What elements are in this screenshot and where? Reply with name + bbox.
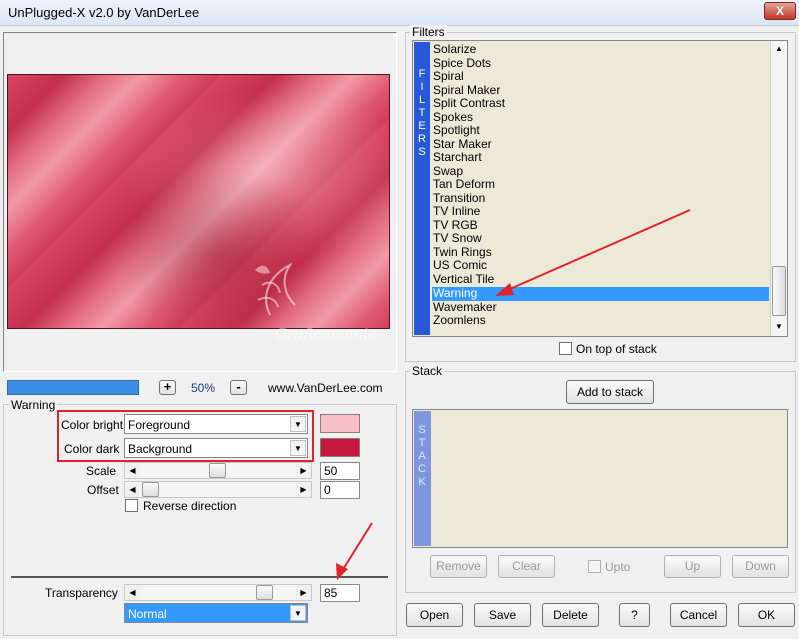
blend-mode-value: Normal bbox=[128, 607, 167, 621]
left-arrow-icon[interactable]: ◀ bbox=[125, 482, 140, 497]
list-item[interactable]: Twin Rings bbox=[433, 245, 492, 260]
scrollbar-thumb[interactable] bbox=[772, 266, 786, 316]
color-dark-value: Background bbox=[128, 442, 193, 456]
open-button[interactable]: Open bbox=[406, 603, 463, 627]
list-item[interactable]: Transition bbox=[433, 191, 485, 206]
list-item[interactable]: Zoomlens bbox=[433, 314, 486, 328]
color-dark-label: Color dark bbox=[64, 442, 120, 456]
blend-mode-select[interactable]: Normal ▼ bbox=[124, 603, 308, 623]
watermark-flourish-icon bbox=[255, 262, 296, 316]
list-item[interactable]: Vertical Tile bbox=[433, 272, 494, 287]
separator bbox=[11, 576, 388, 578]
list-item[interactable]: Swap bbox=[433, 164, 463, 179]
chevron-down-icon[interactable]: ▼ bbox=[290, 440, 306, 456]
watermark-text: Graficamania bbox=[275, 325, 378, 343]
right-arrow-icon[interactable]: ▶ bbox=[296, 585, 311, 600]
filters-group-title: Filters bbox=[410, 25, 447, 39]
color-dark-swatch[interactable] bbox=[320, 438, 360, 457]
on-top-checkbox[interactable] bbox=[559, 342, 572, 355]
window-title: UnPlugged-X v2.0 by VanDerLee bbox=[8, 5, 200, 20]
right-arrow-icon[interactable]: ▶ bbox=[296, 463, 311, 478]
up-button[interactable]: Up bbox=[664, 555, 721, 578]
color-dark-select[interactable]: Background ▼ bbox=[124, 438, 308, 458]
help-button[interactable]: ? bbox=[619, 603, 650, 627]
zoom-value: 50% bbox=[191, 381, 216, 395]
on-top-label: On top of stack bbox=[576, 342, 657, 356]
color-bright-swatch[interactable] bbox=[320, 414, 360, 433]
color-bright-select[interactable]: Foreground ▼ bbox=[124, 414, 308, 434]
transparency-slider[interactable]: ◀ ▶ bbox=[124, 584, 312, 601]
list-item[interactable]: Spiral bbox=[433, 70, 464, 84]
zoom-in-button[interactable]: + bbox=[159, 380, 176, 395]
offset-label: Offset bbox=[87, 483, 119, 497]
list-item[interactable]: Spiral Maker bbox=[433, 83, 500, 98]
list-item[interactable]: Solarize bbox=[433, 43, 476, 57]
ok-button[interactable]: OK bbox=[738, 603, 795, 627]
transparency-input[interactable]: 85 bbox=[320, 584, 360, 602]
stack-group-title: Stack bbox=[410, 364, 445, 378]
list-item[interactable]: Wavemaker bbox=[433, 300, 497, 315]
down-button[interactable]: Down bbox=[732, 555, 789, 578]
list-item[interactable]: Spice Dots bbox=[433, 56, 491, 71]
list-item[interactable]: TV Inline bbox=[433, 205, 480, 219]
delete-button[interactable]: Delete bbox=[542, 603, 599, 627]
stack-list[interactable] bbox=[412, 409, 788, 548]
transparency-label: Transparency bbox=[45, 586, 118, 600]
upto-label: Upto bbox=[605, 560, 631, 574]
zoom-out-button[interactable]: - bbox=[230, 380, 247, 395]
stack-sidebar-text: S T A C K bbox=[418, 424, 426, 488]
offset-input[interactable]: 0 bbox=[320, 481, 360, 499]
list-item[interactable]: Spotlight bbox=[433, 124, 480, 138]
progress-bar bbox=[7, 380, 139, 395]
scale-slider[interactable]: ◀ ▶ bbox=[124, 462, 312, 479]
list-item[interactable]: Spokes bbox=[433, 110, 473, 125]
list-item[interactable]: TV Snow bbox=[433, 232, 482, 246]
list-item[interactable]: Tan Deform bbox=[433, 178, 495, 192]
scroll-up-icon[interactable]: ▲ bbox=[771, 41, 787, 57]
clear-button[interactable]: Clear bbox=[498, 555, 555, 578]
left-arrow-icon[interactable]: ◀ bbox=[125, 463, 140, 478]
left-arrow-icon[interactable]: ◀ bbox=[125, 585, 140, 600]
color-bright-value: Foreground bbox=[128, 418, 191, 432]
scale-label: Scale bbox=[86, 464, 117, 478]
filters-scrollbar[interactable]: ▲ ▼ bbox=[770, 41, 787, 336]
list-item-selected[interactable]: Warning bbox=[432, 287, 769, 301]
reverse-direction-label: Reverse direction bbox=[143, 499, 237, 513]
transparency-slider-thumb[interactable] bbox=[256, 585, 273, 600]
chevron-down-icon[interactable]: ▼ bbox=[290, 605, 306, 621]
right-arrow-icon[interactable]: ▶ bbox=[296, 482, 311, 497]
filters-sidebar-text: F I L T E R S bbox=[418, 68, 426, 158]
list-item[interactable]: Star Maker bbox=[433, 137, 492, 152]
close-button[interactable]: X bbox=[764, 2, 796, 20]
save-button[interactable]: Save bbox=[474, 603, 531, 627]
scale-input[interactable]: 50 bbox=[320, 462, 360, 480]
list-item[interactable]: US Comic bbox=[433, 259, 487, 273]
list-item[interactable]: Starchart bbox=[433, 151, 482, 165]
offset-slider-thumb[interactable] bbox=[142, 482, 159, 497]
chevron-down-icon[interactable]: ▼ bbox=[290, 416, 306, 432]
reverse-direction-checkbox[interactable] bbox=[125, 499, 138, 512]
scroll-down-icon[interactable]: ▼ bbox=[771, 319, 787, 335]
cancel-button[interactable]: Cancel bbox=[670, 603, 727, 627]
list-item[interactable]: Split Contrast bbox=[433, 97, 505, 111]
remove-button[interactable]: Remove bbox=[430, 555, 487, 578]
website-link[interactable]: www.VanDerLee.com bbox=[268, 381, 383, 395]
settings-group-title: Warning bbox=[9, 398, 58, 412]
upto-checkbox[interactable] bbox=[588, 560, 601, 573]
color-bright-label: Color bright bbox=[61, 418, 124, 432]
offset-slider[interactable]: ◀ ▶ bbox=[124, 481, 312, 498]
scale-slider-thumb[interactable] bbox=[209, 463, 226, 478]
list-item[interactable]: TV RGB bbox=[433, 218, 478, 233]
add-to-stack-button[interactable]: Add to stack bbox=[566, 380, 654, 404]
